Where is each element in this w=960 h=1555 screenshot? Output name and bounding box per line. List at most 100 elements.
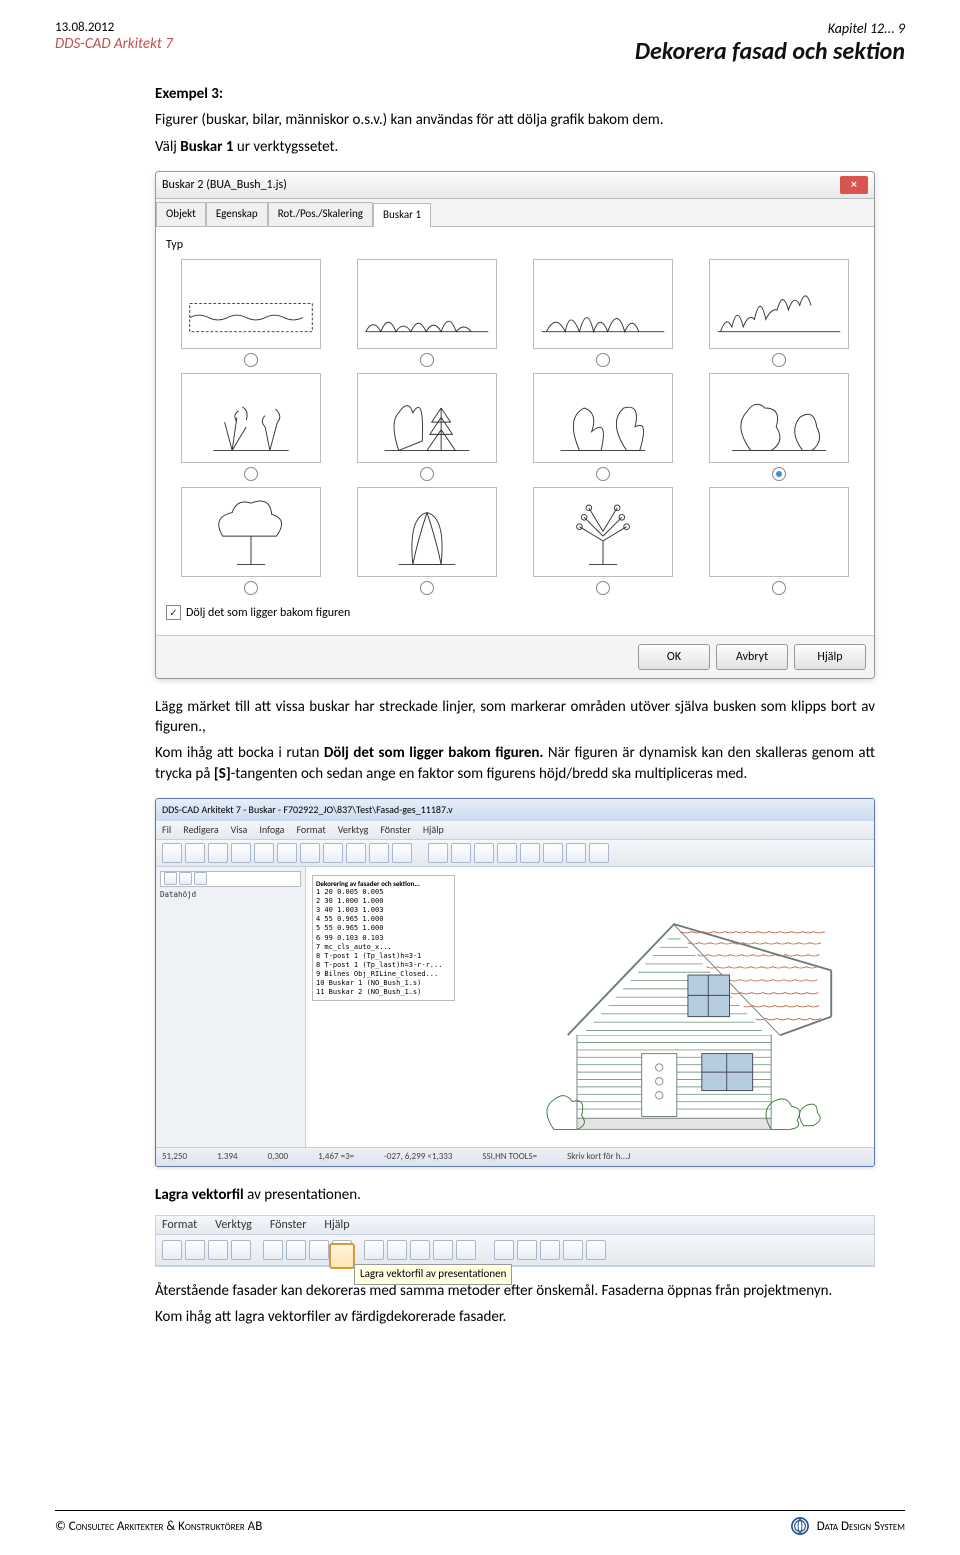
- bush-thumb-4[interactable]: [709, 259, 849, 349]
- toolbar-strip: Format Verktyg Fönster Hjälp Lagra vekto…: [155, 1215, 875, 1267]
- hide-behind-label: Dölj det som ligger bakom figuren: [186, 605, 350, 621]
- menu-visa[interactable]: Visa: [231, 823, 248, 837]
- ts-menu-hjalp[interactable]: Hjälp: [324, 1217, 349, 1233]
- bush-radio-1[interactable]: [244, 353, 258, 367]
- ts-icon[interactable]: [586, 1240, 606, 1260]
- close-icon[interactable]: ×: [840, 176, 868, 194]
- bush-thumb-9[interactable]: [181, 487, 321, 577]
- toolbar-icon[interactable]: [231, 843, 251, 863]
- toolbar-icon[interactable]: [277, 843, 297, 863]
- ts-icon[interactable]: [387, 1240, 407, 1260]
- menu-fil[interactable]: Fil: [162, 823, 171, 837]
- tab-buskar1[interactable]: Buskar 1: [373, 203, 431, 227]
- toolbar-icon[interactable]: [543, 843, 563, 863]
- toolbar-icon[interactable]: [323, 843, 343, 863]
- ts-icon[interactable]: [410, 1240, 430, 1260]
- bush-radio-4[interactable]: [772, 353, 786, 367]
- menu-format[interactable]: Format: [296, 823, 325, 837]
- ts-icon[interactable]: [231, 1240, 251, 1260]
- menu-hjalp[interactable]: Hjälp: [423, 823, 444, 837]
- tooltip: Lagra vektorfil av presentationen: [354, 1264, 512, 1285]
- bush-radio-6[interactable]: [420, 467, 434, 481]
- ok-button[interactable]: OK: [638, 644, 710, 670]
- hide-behind-checkbox[interactable]: ✓: [166, 605, 181, 620]
- bush-thumb-6[interactable]: [357, 373, 497, 463]
- ts-icon[interactable]: [162, 1240, 182, 1260]
- ts-icon[interactable]: [208, 1240, 228, 1260]
- bush-thumb-3[interactable]: [533, 259, 673, 349]
- toolbar-icon[interactable]: [208, 843, 228, 863]
- bush-thumb-8[interactable]: [709, 373, 849, 463]
- bush-radio-12[interactable]: [772, 581, 786, 595]
- ts-icon[interactable]: [433, 1240, 453, 1260]
- example-line2-bold: Buskar 1: [180, 138, 233, 156]
- tab-objekt[interactable]: Objekt: [156, 202, 206, 226]
- help-button[interactable]: Hjälp: [794, 644, 866, 670]
- toolbar-icon[interactable]: [254, 843, 274, 863]
- ts-icon[interactable]: [563, 1240, 583, 1260]
- status-2: 0,300: [268, 1151, 289, 1163]
- toolbar-icon[interactable]: [162, 843, 182, 863]
- bush-radio-3[interactable]: [596, 353, 610, 367]
- cad-legend: Dekorering av fasader och sektion... 1 2…: [312, 875, 455, 1001]
- ts-icon[interactable]: [494, 1240, 514, 1260]
- ts-icon[interactable]: [540, 1240, 560, 1260]
- bush-radio-2[interactable]: [420, 353, 434, 367]
- ts-icon[interactable]: [185, 1240, 205, 1260]
- bush-radio-5[interactable]: [244, 467, 258, 481]
- toolbar-icon[interactable]: [346, 843, 366, 863]
- tab-egenskap[interactable]: Egenskap: [206, 202, 268, 226]
- menu-verktyg[interactable]: Verktyg: [338, 823, 369, 837]
- bush-thumb-10[interactable]: [357, 487, 497, 577]
- toolbar-icon[interactable]: [589, 843, 609, 863]
- status-1: 1.394: [217, 1151, 238, 1163]
- menu-infoga[interactable]: Infoga: [259, 823, 284, 837]
- bush-thumbnail-grid: [166, 259, 864, 595]
- tail-p2: Kom ihåg att lagra vektorfiler av färdig…: [155, 1307, 875, 1327]
- bush-radio-10[interactable]: [420, 581, 434, 595]
- bush-radio-8[interactable]: [772, 467, 786, 481]
- toolbar-icon[interactable]: [566, 843, 586, 863]
- toolbar-icon[interactable]: [520, 843, 540, 863]
- tab-rotpos[interactable]: Rot./Pos./Skalering: [268, 202, 373, 226]
- ts-icon[interactable]: [517, 1240, 537, 1260]
- toolbar-icon[interactable]: [474, 843, 494, 863]
- example-line1: Figurer (buskar, bilar, människor o.s.v.…: [155, 110, 875, 130]
- bush-thumb-1[interactable]: [181, 259, 321, 349]
- bush-radio-11[interactable]: [596, 581, 610, 595]
- toolbar-icon[interactable]: [185, 843, 205, 863]
- status-3: 1,467 =3=: [318, 1151, 354, 1163]
- ts-icon[interactable]: [364, 1240, 384, 1260]
- bush-thumb-5[interactable]: [181, 373, 321, 463]
- ts-icon-save-vector[interactable]: [332, 1240, 352, 1260]
- bush-thumb-11[interactable]: [533, 487, 673, 577]
- bush-thumb-12[interactable]: [709, 487, 849, 577]
- cad-drawing-area[interactable]: Dekorering av fasader och sektion... 1 2…: [306, 867, 874, 1147]
- lagra-bold: Lagra vektorfil: [155, 1186, 244, 1204]
- ts-menu-format[interactable]: Format: [162, 1217, 197, 1233]
- toolbar-icon[interactable]: [300, 843, 320, 863]
- bush-thumb-2[interactable]: [357, 259, 497, 349]
- toolbar-icon[interactable]: [392, 843, 412, 863]
- bush-thumb-7[interactable]: [533, 373, 673, 463]
- toolbar-icon[interactable]: [428, 843, 448, 863]
- toolbar-icon[interactable]: [369, 843, 389, 863]
- menu-fonster[interactable]: Fönster: [380, 823, 411, 837]
- ts-icon[interactable]: [286, 1240, 306, 1260]
- ts-menu-verktyg[interactable]: Verktyg: [215, 1217, 252, 1233]
- toolbar-icon[interactable]: [451, 843, 471, 863]
- ts-menu-fonster[interactable]: Fönster: [270, 1217, 307, 1233]
- mid-p1: Lägg märket till att vissa buskar har st…: [155, 697, 875, 738]
- menu-redigera[interactable]: Redigera: [183, 823, 218, 837]
- status-6: Skriv kort för h...J: [567, 1151, 630, 1163]
- header-date: 13.08.2012: [55, 20, 173, 35]
- ts-icon[interactable]: [309, 1240, 329, 1260]
- cad-window: DDS-CAD Arkitekt 7 - Buskar - F702922_JO…: [155, 798, 875, 1167]
- cad-left-panel: Datahöjd: [156, 867, 306, 1147]
- toolbar-icon[interactable]: [497, 843, 517, 863]
- ts-icon[interactable]: [263, 1240, 283, 1260]
- ts-icon[interactable]: [456, 1240, 476, 1260]
- bush-radio-7[interactable]: [596, 467, 610, 481]
- cancel-button[interactable]: Avbryt: [716, 644, 788, 670]
- bush-radio-9[interactable]: [244, 581, 258, 595]
